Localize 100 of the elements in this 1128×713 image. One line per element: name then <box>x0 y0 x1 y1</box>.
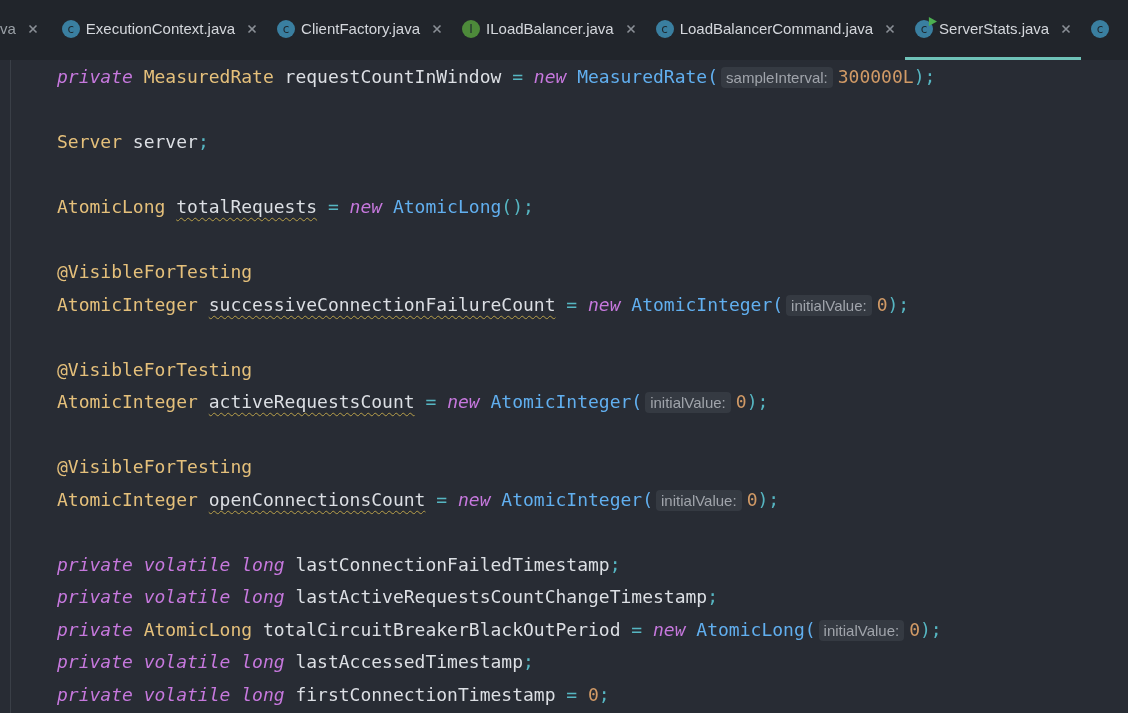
type-name: AtomicInteger <box>57 293 198 315</box>
constructor-call: AtomicLong( <box>696 618 816 640</box>
keyword: new <box>533 66 567 87</box>
operator: ; <box>598 683 610 705</box>
annotation: @VisibleForTesting <box>57 456 253 477</box>
file-type-icon: c <box>277 19 296 38</box>
close-icon[interactable] <box>885 23 896 34</box>
identifier: requestCountInWindow <box>284 66 502 87</box>
operator: ; <box>197 131 209 152</box>
close-icon[interactable] <box>247 23 258 34</box>
operator: (); <box>501 196 534 217</box>
operator: ; <box>707 586 719 607</box>
identifier: firstConnectionTimestamp <box>295 683 556 705</box>
keyword: new <box>349 196 383 217</box>
number-literal: 300000L <box>837 66 914 87</box>
constructor-call: MeasuredRate( <box>577 66 719 87</box>
file-type-icon: c <box>655 19 674 38</box>
constructor-call: AtomicInteger( <box>490 391 643 412</box>
identifier: server <box>132 131 198 152</box>
file-type-icon: c <box>61 19 80 38</box>
keyword: new <box>457 488 491 510</box>
keyword: private <box>57 651 133 672</box>
identifier: lastConnectionFailedTimestamp <box>295 553 610 575</box>
keyword: volatile <box>143 586 231 607</box>
parameter-hint: initialValue: <box>656 489 742 511</box>
constructor-call: AtomicLong <box>392 196 502 217</box>
annotation: @VisibleForTesting <box>57 261 253 282</box>
close-icon[interactable] <box>27 23 38 34</box>
operator: ); <box>757 488 780 510</box>
keyword: long <box>241 553 285 575</box>
keyword: volatile <box>143 651 231 672</box>
operator: = <box>425 391 437 412</box>
keyword: new <box>653 618 686 640</box>
editor-tab[interactable]: c ServerStats.java <box>905 0 1082 60</box>
type-name: MeasuredRate <box>143 66 274 87</box>
file-type-icon: c <box>1091 19 1110 38</box>
operator: = <box>327 196 339 217</box>
operator: ); <box>887 293 910 315</box>
editor-tab[interactable]: c ClientFactory.java <box>267 0 453 60</box>
keyword: private <box>57 683 133 705</box>
warned-identifier: totalRequests <box>176 196 318 217</box>
editor-tab[interactable]: c LoadBalancerCommand.java <box>645 0 906 60</box>
close-icon[interactable] <box>625 23 636 34</box>
tab-label: ClientFactory.java <box>301 20 421 37</box>
warned-identifier: successiveConnectionFailureCount <box>208 293 556 315</box>
operator: ); <box>746 391 769 412</box>
close-icon[interactable] <box>432 23 443 34</box>
number-literal: 0 <box>588 683 599 705</box>
keyword: new <box>447 391 480 412</box>
number-literal: 0 <box>735 391 747 412</box>
annotation: @VisibleForTesting <box>57 358 253 380</box>
keyword: long <box>241 683 285 705</box>
constructor-call: AtomicInteger( <box>631 293 784 315</box>
tab-label: va <box>0 20 16 37</box>
operator: ); <box>920 618 942 640</box>
warned-identifier: activeRequestsCount <box>208 391 415 412</box>
keyword: private <box>57 66 133 87</box>
parameter-hint: initialValue: <box>786 294 872 316</box>
tab-label: ExecutionContext.java <box>85 20 236 37</box>
parameter-hint: sampleInterval: <box>721 67 833 88</box>
operator: ); <box>913 66 936 87</box>
parameter-hint: initialValue: <box>818 619 905 641</box>
type-name: Server <box>57 131 123 152</box>
operator: = <box>436 488 448 510</box>
type-name: AtomicInteger <box>57 391 198 412</box>
file-type-icon: I <box>462 19 481 38</box>
keyword: volatile <box>143 683 231 705</box>
identifier: lastAccessedTimestamp <box>295 651 523 672</box>
number-literal: 0 <box>746 488 758 510</box>
operator: = <box>566 683 578 705</box>
keyword: private <box>57 553 133 575</box>
tab-label: ServerStats.java <box>939 20 1050 37</box>
editor-tab[interactable]: I ILoadBalancer.java <box>452 0 646 60</box>
type-name: AtomicLong <box>143 618 253 640</box>
tab-label: ILoadBalancer.java <box>486 20 614 37</box>
type-name: AtomicLong <box>57 196 166 217</box>
close-icon[interactable] <box>1061 23 1072 34</box>
operator: ; <box>609 553 621 575</box>
keyword: new <box>588 293 621 315</box>
tab-label: LoadBalancerCommand.java <box>679 20 874 37</box>
editor-tab[interactable]: c ExecutionContext.java <box>51 0 268 60</box>
identifier: totalCircuitBreakerBlackOutPeriod <box>262 618 621 640</box>
file-type-icon: c <box>915 19 934 38</box>
identifier: lastActiveRequestsCountChangeTimestamp <box>295 586 708 607</box>
operator: = <box>566 293 578 315</box>
operator: ; <box>523 651 534 672</box>
keyword: private <box>57 586 133 607</box>
editor-tab[interactable]: va <box>0 0 52 60</box>
warned-identifier: openConnectionsCount <box>208 488 426 510</box>
operator: = <box>631 618 643 640</box>
constructor-call: AtomicInteger( <box>501 488 654 510</box>
keyword: volatile <box>143 553 231 575</box>
number-literal: 0 <box>909 618 921 640</box>
type-name: AtomicInteger <box>57 488 198 510</box>
keyword: long <box>241 651 285 672</box>
number-literal: 0 <box>876 293 888 315</box>
parameter-hint: initialValue: <box>645 392 731 413</box>
keyword: long <box>241 586 285 607</box>
keyword: private <box>57 618 133 640</box>
operator: = <box>512 66 523 87</box>
